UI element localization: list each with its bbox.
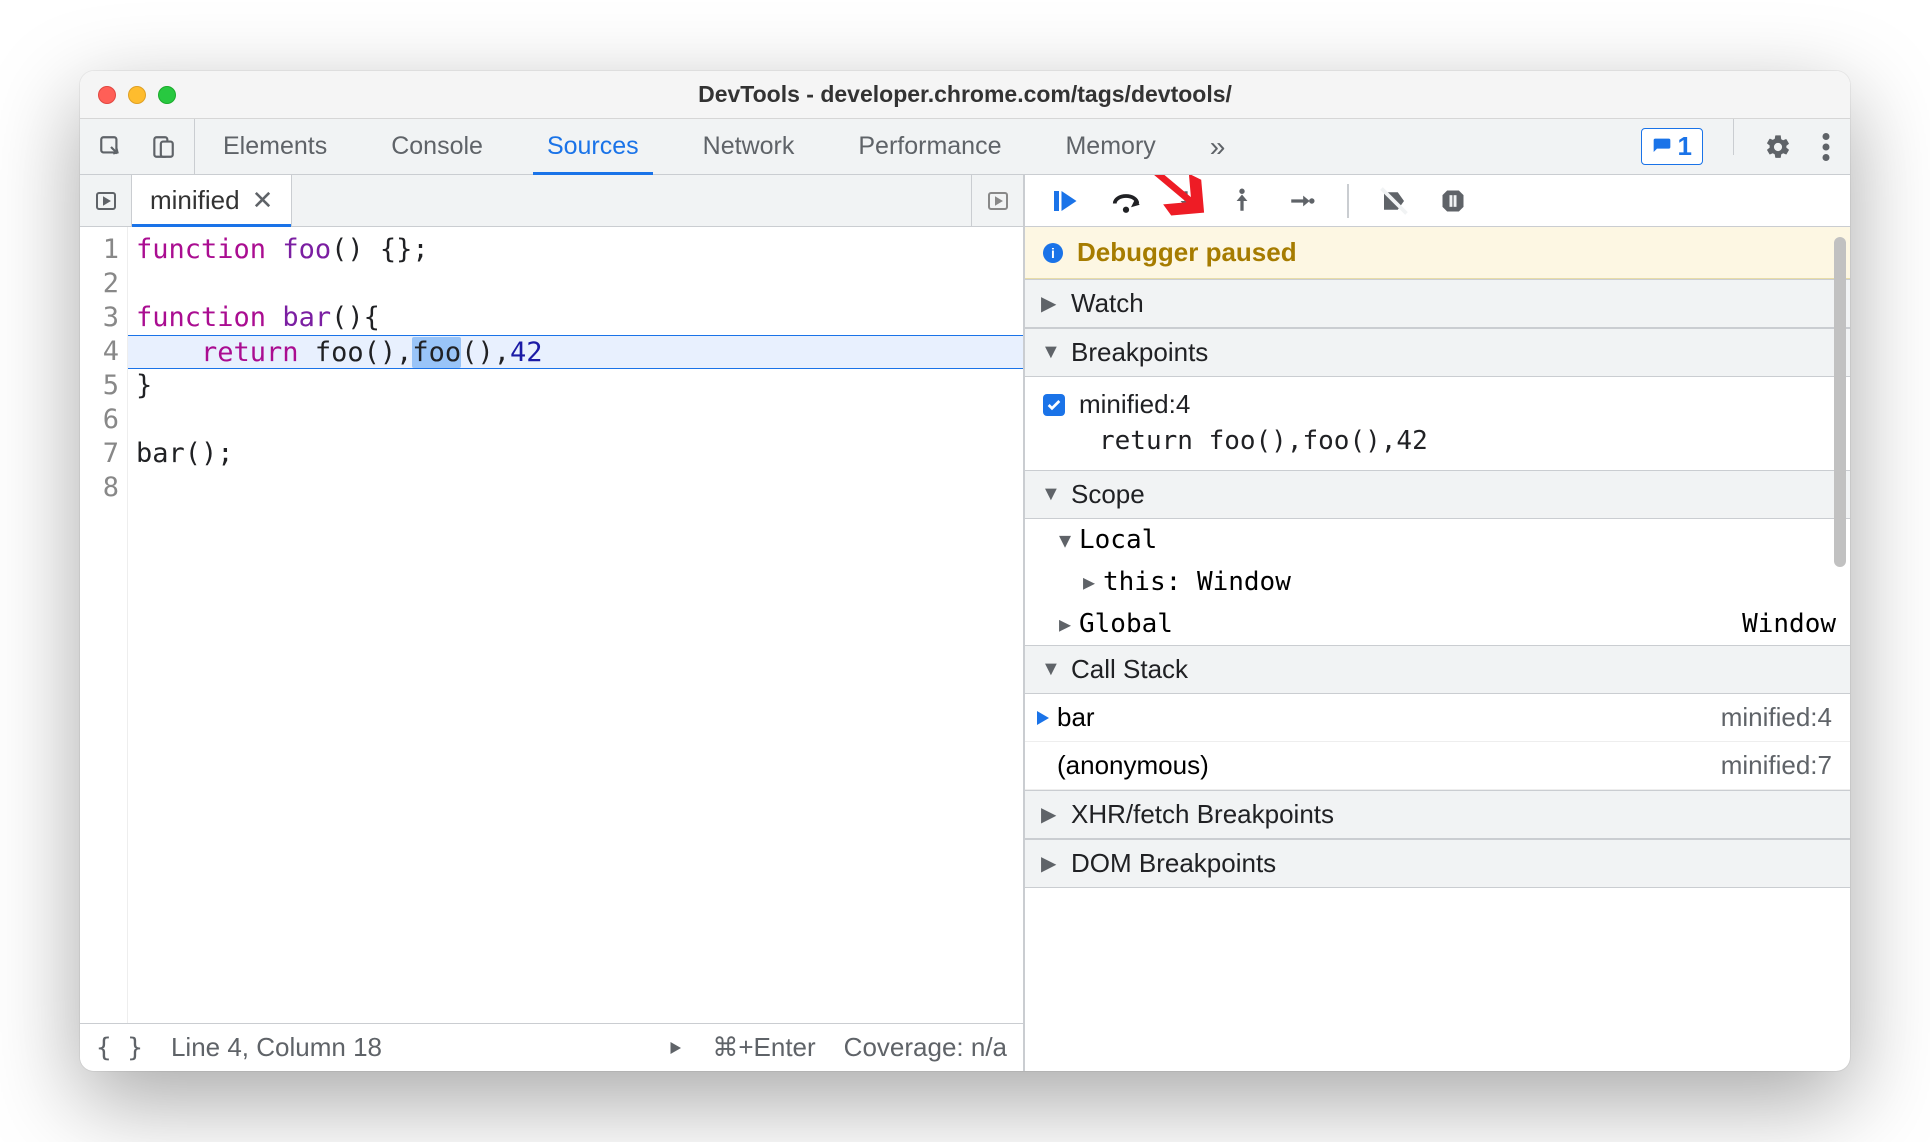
scrollbar[interactable] bbox=[1834, 227, 1846, 1071]
section-watch[interactable]: ▶Watch bbox=[1025, 279, 1850, 328]
tab-performance[interactable]: Performance bbox=[848, 119, 1011, 174]
scope-this[interactable]: ▶this: Window bbox=[1025, 561, 1850, 603]
editor-gutter: 12345678 bbox=[80, 227, 128, 1023]
run-snippet-icon[interactable] bbox=[971, 175, 1023, 226]
pause-on-exceptions-button[interactable] bbox=[1439, 187, 1467, 215]
window-title: DevTools - developer.chrome.com/tags/dev… bbox=[80, 81, 1850, 108]
close-tab-icon[interactable]: ✕ bbox=[252, 185, 274, 216]
issues-count: 1 bbox=[1678, 131, 1692, 162]
tab-console[interactable]: Console bbox=[381, 119, 493, 174]
inspect-element-icon[interactable] bbox=[98, 134, 124, 160]
more-tabs-icon[interactable]: » bbox=[1210, 131, 1226, 163]
tab-memory[interactable]: Memory bbox=[1055, 119, 1165, 174]
step-button[interactable] bbox=[1285, 188, 1317, 214]
run-shortcut: ⌘+Enter bbox=[712, 1032, 815, 1063]
titlebar: DevTools - developer.chrome.com/tags/dev… bbox=[80, 71, 1850, 119]
file-tab-bar: minified ✕ bbox=[80, 175, 1023, 227]
device-toolbar-icon[interactable] bbox=[150, 134, 176, 160]
navigator-toggle-icon[interactable] bbox=[80, 175, 132, 226]
file-tab-minified[interactable]: minified ✕ bbox=[132, 175, 292, 226]
deactivate-breakpoints-button[interactable] bbox=[1379, 186, 1409, 216]
debugger-paused-banner: i Debugger paused bbox=[1025, 227, 1850, 279]
scope-global[interactable]: ▶GlobalWindow bbox=[1025, 603, 1850, 645]
resume-button[interactable] bbox=[1049, 186, 1079, 216]
tab-sources[interactable]: Sources bbox=[537, 119, 649, 174]
breakpoint-label: minified:4 bbox=[1079, 389, 1190, 420]
coverage-label: Coverage: n/a bbox=[844, 1032, 1007, 1063]
info-icon: i bbox=[1043, 243, 1063, 263]
section-breakpoints[interactable]: ▼Breakpoints bbox=[1025, 328, 1850, 377]
scope-local[interactable]: ▼Local bbox=[1025, 519, 1850, 561]
breakpoint-item[interactable]: minified:4 return foo(),foo(),42 bbox=[1025, 377, 1850, 470]
step-out-button[interactable] bbox=[1229, 186, 1255, 216]
file-tab-name: minified bbox=[150, 185, 240, 216]
top-toolbar: Elements Console Sources Network Perform… bbox=[80, 119, 1850, 175]
status-bar: { } Line 4, Column 18 ⌘+Enter Coverage: … bbox=[80, 1023, 1023, 1071]
debugger-controls bbox=[1025, 175, 1850, 227]
section-xhr-breakpoints[interactable]: ▶XHR/fetch Breakpoints bbox=[1025, 790, 1850, 839]
debugger-paused-label: Debugger paused bbox=[1077, 237, 1297, 268]
code-editor[interactable]: 12345678 function foo() {}; function bar… bbox=[80, 227, 1023, 1023]
section-dom-breakpoints[interactable]: ▶DOM Breakpoints bbox=[1025, 839, 1850, 888]
section-scope[interactable]: ▼Scope bbox=[1025, 470, 1850, 519]
run-icon[interactable] bbox=[666, 1039, 684, 1057]
cursor-position: Line 4, Column 18 bbox=[171, 1032, 382, 1063]
breakpoint-checkbox[interactable] bbox=[1043, 394, 1065, 416]
settings-icon[interactable] bbox=[1764, 133, 1792, 161]
tab-network[interactable]: Network bbox=[693, 119, 805, 174]
pretty-print-icon[interactable]: { } bbox=[96, 1033, 143, 1063]
editor-code[interactable]: function foo() {}; function bar(){ retur… bbox=[128, 227, 1023, 1023]
breakpoint-code: return foo(),foo(),42 bbox=[1043, 426, 1832, 456]
kebab-menu-icon[interactable] bbox=[1822, 133, 1830, 161]
callstack-frame-anonymous[interactable]: (anonymous) minified:7 bbox=[1025, 742, 1850, 790]
tab-elements[interactable]: Elements bbox=[213, 119, 337, 174]
section-callstack[interactable]: ▼Call Stack bbox=[1025, 645, 1850, 694]
callstack-frame-bar[interactable]: bar minified:4 bbox=[1025, 694, 1850, 742]
issues-badge[interactable]: 1 bbox=[1641, 128, 1703, 165]
